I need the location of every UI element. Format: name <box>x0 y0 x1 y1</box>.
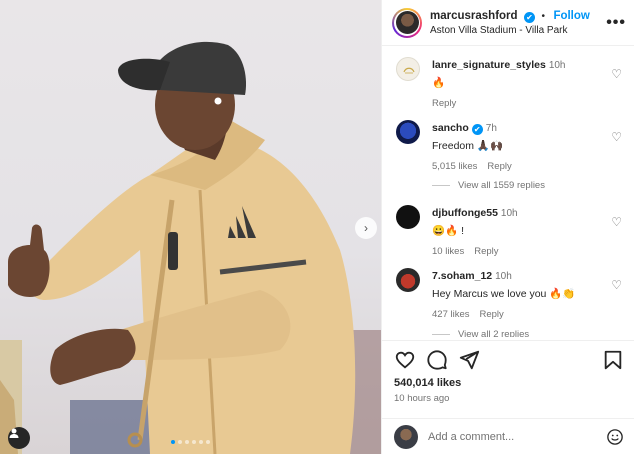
comment-text: 🔥 <box>432 77 446 89</box>
comment-likes[interactable]: 427 likes <box>432 309 470 320</box>
commenter-avatar[interactable] <box>396 120 420 144</box>
comments-list[interactable]: lanre_signature_styles 10h 🔥 Reply ♡ sanc… <box>382 47 634 337</box>
comment-username[interactable]: lanre_signature_styles <box>432 59 546 71</box>
like-count[interactable]: 540,014 likes <box>394 377 624 389</box>
verified-badge-icon: ✔ <box>524 11 536 23</box>
comment-likes[interactable]: 5,015 likes <box>432 161 477 172</box>
commenter-avatar[interactable] <box>396 205 420 229</box>
comment-username[interactable]: djbuffonge55 <box>432 207 498 219</box>
reply-button[interactable]: Reply <box>480 309 504 320</box>
comment-time: 10h <box>495 271 512 282</box>
author-avatar[interactable] <box>392 7 422 38</box>
comment-like-icon[interactable]: ♡ <box>611 130 622 144</box>
carousel-dot <box>199 440 203 444</box>
post-modal: › marcusrashford ✔ • Follow Aston Villa … <box>0 0 634 454</box>
view-replies-link[interactable]: View all 1559 replies <box>432 180 545 191</box>
post-header: marcusrashford ✔ • Follow Aston Villa St… <box>382 0 634 46</box>
comment-username[interactable]: 7.soham_12 <box>432 270 492 282</box>
signature-logo-icon <box>403 67 415 74</box>
comment-time: 10h <box>500 208 518 219</box>
comment-input[interactable] <box>428 430 606 443</box>
bookmark-icon[interactable] <box>602 349 624 371</box>
post-time: 10 hours ago <box>394 393 450 404</box>
carousel-dot <box>171 440 175 444</box>
current-user-avatar <box>394 424 418 449</box>
reply-button[interactable]: Reply <box>474 246 498 257</box>
carousel-dot <box>185 440 189 444</box>
chevron-right-icon: › <box>364 221 368 235</box>
comment-like-icon[interactable]: ♡ <box>611 215 622 229</box>
user-icon <box>9 428 19 438</box>
comment-composer <box>382 418 634 454</box>
comment-likes[interactable]: 10 likes <box>432 246 464 257</box>
commenter-avatar[interactable] <box>396 57 420 81</box>
carousel-next-button[interactable]: › <box>355 217 377 239</box>
post-actions: 540,014 likes 10 hours ago <box>382 340 634 404</box>
reply-button[interactable]: Reply <box>432 98 456 109</box>
verified-badge-icon: ✔ <box>471 124 483 135</box>
comment-username[interactable]: sancho <box>432 122 469 134</box>
separator: • <box>541 10 545 22</box>
comment-time: 10h <box>548 60 566 71</box>
photo-illustration <box>0 41 381 454</box>
commenter-avatar[interactable] <box>396 268 420 292</box>
comment-time: 7h <box>485 123 497 134</box>
post-location[interactable]: Aston Villa Stadium - Villa Park <box>430 24 606 38</box>
carousel-dot <box>192 440 196 444</box>
comment-like-icon[interactable]: ♡ <box>611 278 622 292</box>
comment-text: 😀🔥 ! <box>432 225 464 237</box>
post-sidebar: marcusrashford ✔ • Follow Aston Villa St… <box>381 0 634 454</box>
heart-icon[interactable] <box>394 349 416 371</box>
view-replies-link[interactable]: View all 2 replies <box>432 329 529 337</box>
comment-like-icon[interactable]: ♡ <box>611 67 622 81</box>
comment-text: Hey Marcus we love you 🔥👏 <box>432 288 576 300</box>
carousel-dot <box>178 440 182 444</box>
carousel-dot <box>206 440 210 444</box>
share-icon[interactable] <box>458 349 480 371</box>
carousel-indicator <box>0 440 381 444</box>
emoji-icon[interactable] <box>606 428 624 446</box>
tagged-users-button[interactable] <box>8 427 30 449</box>
author-username[interactable]: marcusrashford <box>430 10 518 22</box>
more-options-icon[interactable]: ••• <box>606 14 626 32</box>
comment-text: Freedom 🙏🏿🙌🏿 <box>432 140 504 152</box>
comment-icon[interactable] <box>426 349 448 371</box>
reply-button[interactable]: Reply <box>487 161 511 172</box>
follow-button[interactable]: Follow <box>553 10 589 22</box>
post-photo[interactable]: › <box>0 0 381 454</box>
